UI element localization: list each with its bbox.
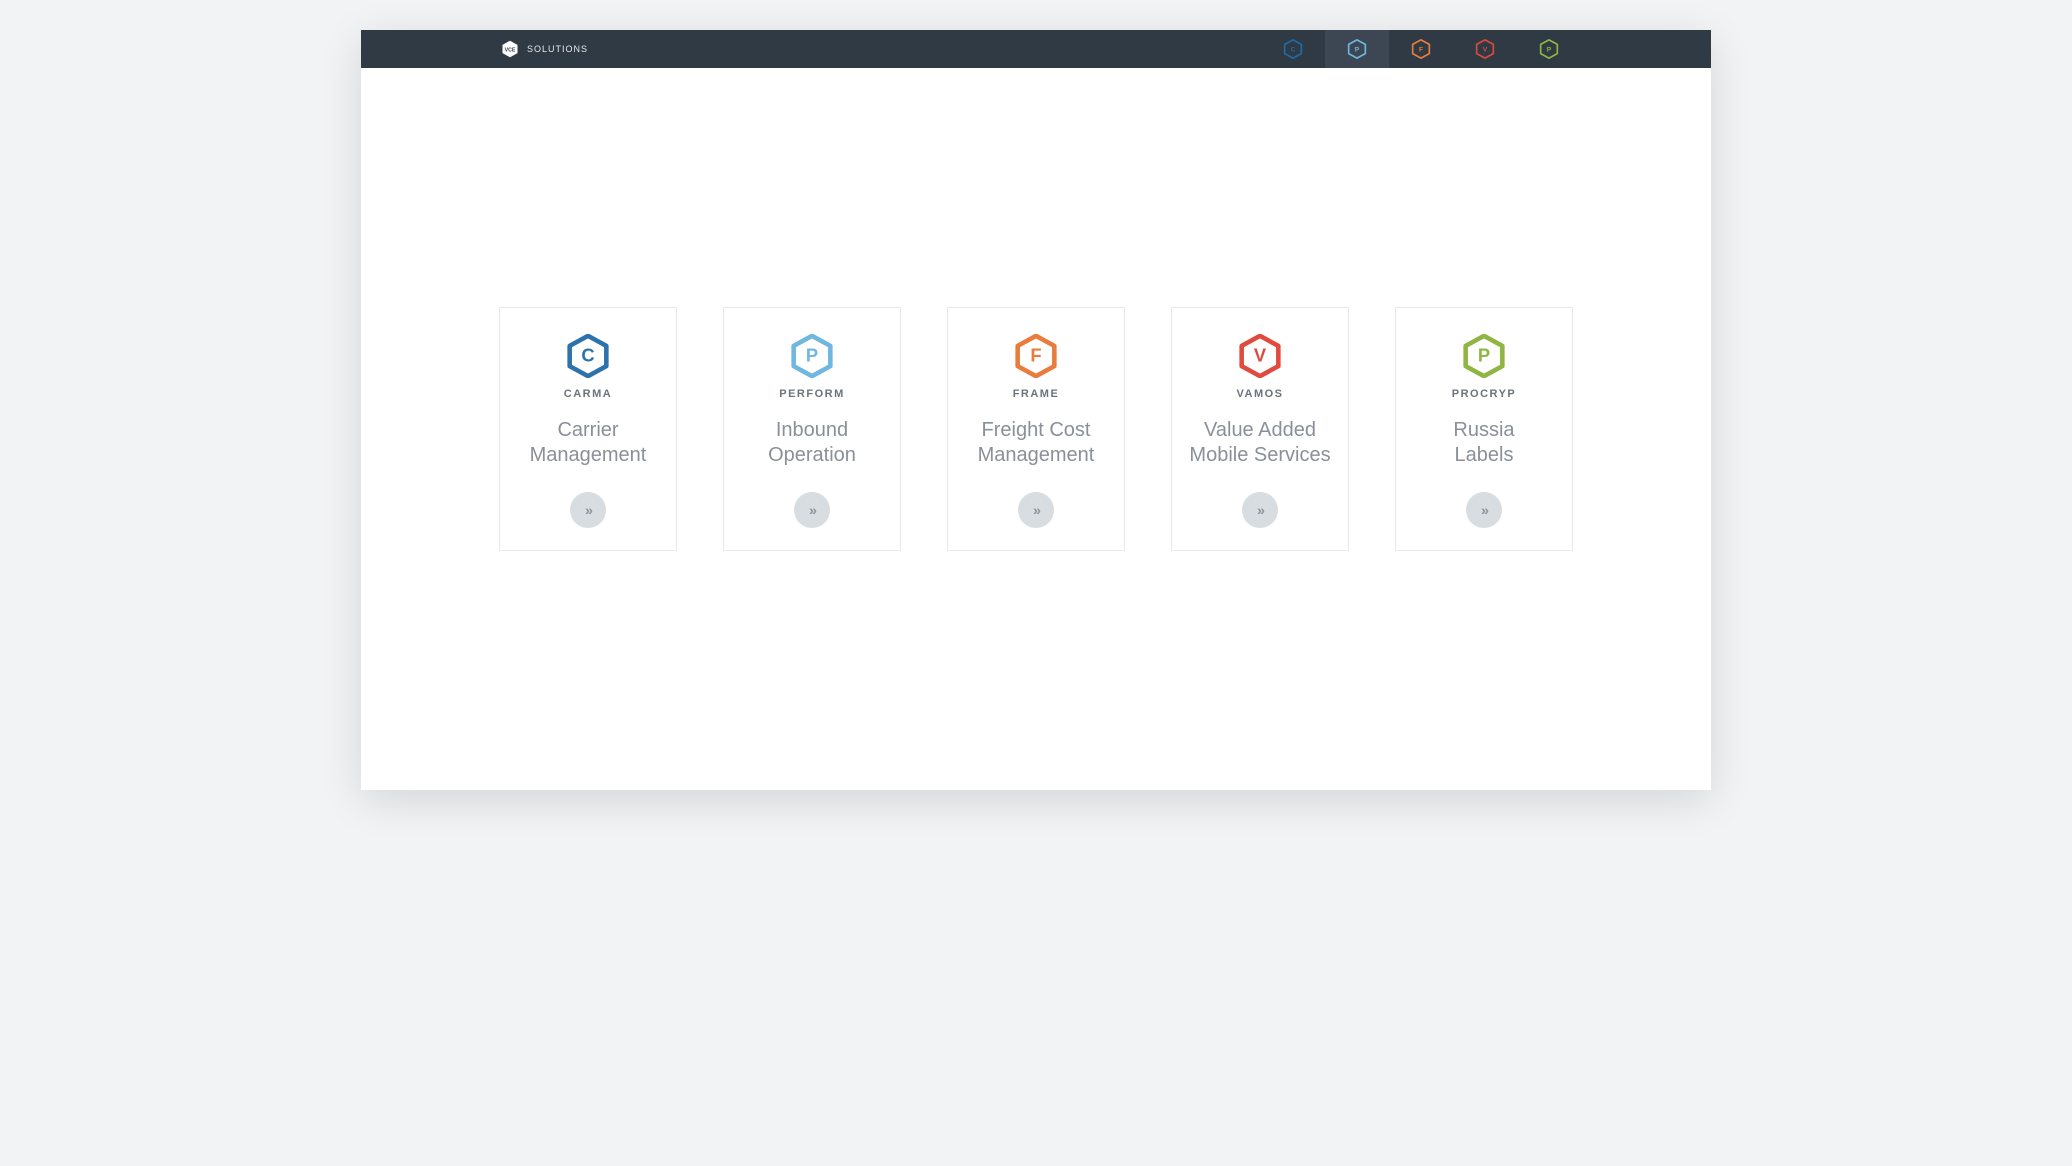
nav-item-3[interactable]: V — [1453, 30, 1517, 68]
content-area: CCARMACarrierManagement»PPERFORMInboundO… — [361, 68, 1711, 790]
double-chevron-right-icon: » — [1481, 503, 1487, 517]
double-chevron-right-icon: » — [1033, 503, 1039, 517]
card-open-button[interactable]: » — [570, 492, 606, 528]
nav-item-1[interactable]: P — [1325, 30, 1389, 68]
card-code: PERFORM — [779, 388, 845, 400]
nav-item-4[interactable]: P — [1517, 30, 1581, 68]
card-code: FRAME — [1013, 388, 1060, 400]
card-title-line2: Labels — [1453, 443, 1514, 468]
card-hex-icon-procryp: P — [1462, 334, 1506, 378]
nav-hex-icon-3-letter: V — [1483, 47, 1488, 54]
nav-hex-icon-4-letter: P — [1547, 47, 1552, 54]
card-hex-icon-vamos-letter: V — [1254, 345, 1267, 366]
nav-hex-icon-0: C — [1283, 39, 1303, 59]
card-hex-icon-carma-letter: C — [581, 345, 594, 366]
card-title: CarrierManagement — [530, 418, 647, 492]
nav-item-0[interactable]: C — [1261, 30, 1325, 68]
card-vamos: V VAMOS Value AddedMobile Services » — [1171, 307, 1349, 551]
card-title-line2: Operation — [768, 443, 856, 468]
double-chevron-right-icon: » — [585, 503, 591, 517]
app-window: VCE SOLUTIONS CPFVP CCARMACarrierManagem… — [361, 30, 1711, 790]
card-perform: P PERFORM InboundOperation » — [723, 307, 901, 551]
card-open-button[interactable]: » — [1242, 492, 1278, 528]
card-hex-icon-procryp-letter: P — [1478, 345, 1490, 366]
nav-hex-icon-0-letter: C — [1291, 47, 1296, 54]
card-title: Freight CostManagement — [978, 418, 1095, 492]
nav-hex-icon-2-letter: F — [1419, 47, 1423, 54]
nav-hex-icon-1: P — [1347, 39, 1367, 59]
card-hex-icon-perform: P — [790, 334, 834, 378]
nav-hex-icon-3: V — [1475, 39, 1495, 59]
card-title-line1: Value Added — [1189, 418, 1330, 443]
brand-name: SOLUTIONS — [527, 44, 588, 54]
card-code: CARMA — [564, 388, 612, 400]
card-procryp: P PROCRYP RussiaLabels » — [1395, 307, 1573, 551]
card-hex-icon-frame-letter: F — [1030, 345, 1041, 366]
card-title-line2: Mobile Services — [1189, 443, 1330, 468]
header-bar: VCE SOLUTIONS C P F V P — [361, 30, 1711, 68]
card-open-button[interactable]: » — [794, 492, 830, 528]
card-code: VAMOS — [1236, 388, 1283, 400]
brand[interactable]: VCE SOLUTIONS — [501, 40, 588, 58]
card-title-line1: Russia — [1453, 418, 1514, 443]
nav-item-2[interactable]: F — [1389, 30, 1453, 68]
card-title-line1: Freight Cost — [978, 418, 1095, 443]
nav-hex-icon-1-letter: P — [1355, 47, 1360, 54]
nav-hex-icon-4: P — [1539, 39, 1559, 59]
cards-row: CCARMACarrierManagement»PPERFORMInboundO… — [499, 307, 1573, 551]
nav-hex-icon-2: F — [1411, 39, 1431, 59]
card-title: InboundOperation — [768, 418, 856, 492]
double-chevron-right-icon: » — [1257, 503, 1263, 517]
double-chevron-right-icon: » — [809, 503, 815, 517]
card-hex-icon-carma: C — [566, 334, 610, 378]
brand-hex-icon: VCE — [501, 40, 519, 58]
card-title-line1: Inbound — [768, 418, 856, 443]
card-carma: C CARMA CarrierManagement » — [499, 307, 677, 551]
card-open-button[interactable]: » — [1018, 492, 1054, 528]
card-hex-icon-perform-letter: P — [806, 345, 818, 366]
brand-hex-letter: VCE — [505, 47, 516, 53]
card-title: Value AddedMobile Services — [1189, 418, 1330, 492]
card-title-line1: Carrier — [530, 418, 647, 443]
card-title-line2: Management — [978, 443, 1095, 468]
card-frame: F FRAME Freight CostManagement » — [947, 307, 1125, 551]
card-title: RussiaLabels — [1453, 418, 1514, 492]
card-hex-icon-frame: F — [1014, 334, 1058, 378]
card-open-button[interactable]: » — [1466, 492, 1502, 528]
card-hex-icon-vamos: V — [1238, 334, 1282, 378]
nav: CPFVP — [1261, 30, 1581, 68]
card-code: PROCRYP — [1452, 388, 1517, 400]
card-title-line2: Management — [530, 443, 647, 468]
